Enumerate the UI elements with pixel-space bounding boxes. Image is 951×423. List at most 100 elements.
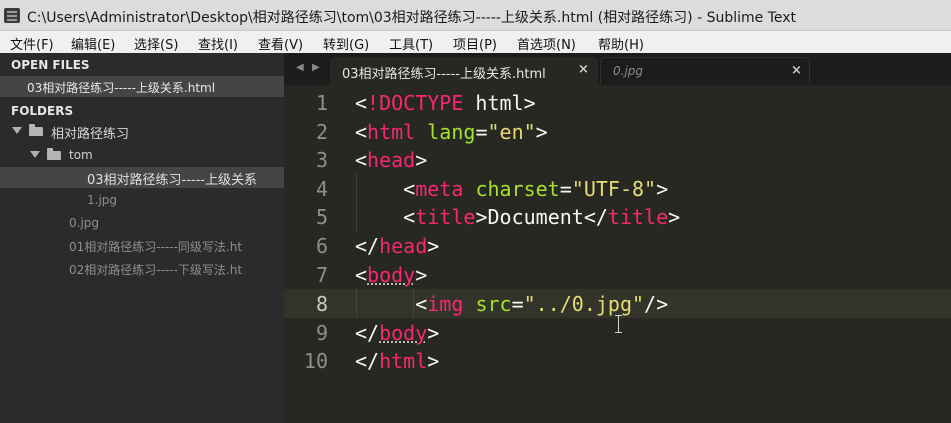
punct: </: [583, 205, 608, 229]
line-number: 2: [315, 120, 328, 144]
menu-file[interactable]: 文件(F): [10, 34, 54, 53]
file-label: 1.jpg: [87, 193, 118, 207]
tag-name: head: [367, 148, 416, 172]
tab-inactive[interactable]: 0.jpg ×: [600, 57, 810, 85]
tab-active-label: 03相对路径练习-----上级关系.html: [342, 67, 546, 82]
punct: <: [355, 148, 368, 172]
file-item[interactable]: 0.jpg: [0, 213, 284, 234]
punct: >: [415, 263, 428, 287]
tag-name: meta: [415, 177, 464, 201]
folder-icon: [29, 124, 43, 136]
punct: </: [355, 321, 380, 345]
punct: >: [427, 321, 440, 345]
code-line-5: <title>Document</title>: [355, 205, 680, 229]
text-content: Document: [487, 205, 584, 229]
attr-value: "UTF-8": [571, 177, 657, 201]
folder-root[interactable]: 相对路径练习: [0, 121, 284, 142]
tab-close-icon[interactable]: ×: [791, 63, 802, 78]
punct: <: [403, 177, 416, 201]
punct: =: [511, 292, 524, 316]
window-title: C:\Users\Administrator\Desktop\相对路径练习\to…: [27, 10, 797, 26]
line-number: 3: [315, 148, 328, 172]
tag-name: title: [415, 205, 476, 229]
tag-name: img: [427, 292, 464, 316]
folder-tom[interactable]: tom: [0, 145, 284, 166]
menu-view[interactable]: 查看(V): [258, 34, 303, 53]
punct: </: [355, 349, 380, 373]
expanded-arrow-icon[interactable]: [12, 127, 22, 134]
punct: <: [355, 120, 368, 144]
file-label: 02相对路径练习-----下级写法.ht: [69, 263, 243, 277]
file-item-selected[interactable]: 03相对路径练习-----上级关系: [0, 167, 284, 188]
tag-name: html: [367, 120, 416, 144]
code-line-10: </html>: [355, 349, 439, 373]
file-item[interactable]: 1.jpg: [0, 190, 284, 211]
menu-find[interactable]: 查找(I): [198, 34, 238, 53]
tab-inactive-label: 0.jpg: [613, 64, 644, 78]
file-item[interactable]: 01相对路径练习-----同级写法.ht: [0, 235, 284, 256]
menu-preferences[interactable]: 首选项(N): [517, 34, 576, 53]
code-line-6: </head>: [355, 234, 439, 258]
tab-bar: ◀ ▶ 03相对路径练习-----上级关系.html × 0.jpg ×: [284, 53, 951, 85]
folders-header: FOLDERS: [11, 104, 74, 118]
text-cursor-icon: [615, 315, 622, 333]
tag-name: html: [379, 349, 428, 373]
menu-tools[interactable]: 工具(T): [389, 34, 433, 53]
line-number-current: 8: [315, 292, 328, 316]
file-label: 03相对路径练习-----上级关系: [87, 173, 257, 188]
expanded-arrow-icon[interactable]: [30, 151, 40, 158]
menu-project[interactable]: 项目(P): [453, 34, 497, 53]
code-line-7: <body>: [355, 263, 427, 287]
code-editor[interactable]: 1 2 3 4 5 6 7 8 9 10 <!DOCTYPE html> <ht…: [284, 85, 951, 423]
folder-tom-label: tom: [69, 148, 93, 162]
punct: >: [475, 205, 488, 229]
menu-bar: 文件(F) 编辑(E) 选择(S) 查找(I) 查看(V) 转到(G) 工具(T…: [0, 31, 951, 53]
punct: >: [523, 91, 536, 115]
punct: <: [355, 263, 368, 287]
sidebar: OPEN FILES 03相对路径练习-----上级关系.html FOLDER…: [0, 53, 284, 423]
tab-close-icon[interactable]: ×: [578, 62, 589, 77]
punct: >: [656, 177, 669, 201]
punct: <: [355, 91, 368, 115]
punct: <: [415, 292, 428, 316]
menu-edit[interactable]: 编辑(E): [71, 34, 115, 53]
attr-value: "../0.jpg": [523, 292, 645, 316]
menu-selection[interactable]: 选择(S): [134, 34, 178, 53]
attr-name: lang: [427, 120, 476, 144]
tab-nav-left-icon[interactable]: ◀: [296, 62, 304, 73]
attr-name: src: [475, 292, 512, 316]
code-line-1: <!DOCTYPE html>: [355, 91, 536, 115]
line-number: 1: [315, 91, 328, 115]
title-bar: C:\Users\Administrator\Desktop\相对路径练习\to…: [0, 0, 951, 31]
tab-nav-right-icon[interactable]: ▶: [312, 62, 320, 73]
line-number: 10: [303, 349, 328, 373]
punct: >: [415, 148, 428, 172]
open-files-header: OPEN FILES: [11, 58, 90, 72]
code-line-2: <html lang="en">: [355, 120, 548, 144]
punct: />: [644, 292, 669, 316]
menu-help[interactable]: 帮助(H): [598, 34, 644, 53]
code-line-8: <img src="../0.jpg"/>: [355, 292, 668, 316]
attr-name: charset: [475, 177, 560, 201]
open-file-item[interactable]: 03相对路径练习-----上级关系.html: [0, 76, 284, 97]
tag-name: head: [379, 234, 428, 258]
file-item[interactable]: 02相对路径练习-----下级写法.ht: [0, 258, 284, 279]
attr-value: "en": [487, 120, 536, 144]
folder-root-label: 相对路径练习: [51, 127, 130, 142]
code-line-4: <meta charset="UTF-8">: [355, 177, 668, 201]
punct: </: [355, 234, 380, 258]
punct: >: [427, 349, 440, 373]
tag-name: body: [379, 321, 428, 345]
punct: =: [475, 120, 488, 144]
menu-goto[interactable]: 转到(G): [323, 34, 369, 53]
punct: >: [535, 120, 548, 144]
tab-active[interactable]: 03相对路径练习-----上级关系.html ×: [330, 57, 598, 85]
punct: <: [403, 205, 416, 229]
punct: >: [668, 205, 681, 229]
line-number: 4: [315, 177, 328, 201]
line-number: 5: [315, 205, 328, 229]
doctype-keyword: !DOCTYPE: [367, 91, 464, 115]
punct: =: [559, 177, 572, 201]
line-number: 9: [315, 321, 328, 345]
line-number: 7: [315, 263, 328, 287]
